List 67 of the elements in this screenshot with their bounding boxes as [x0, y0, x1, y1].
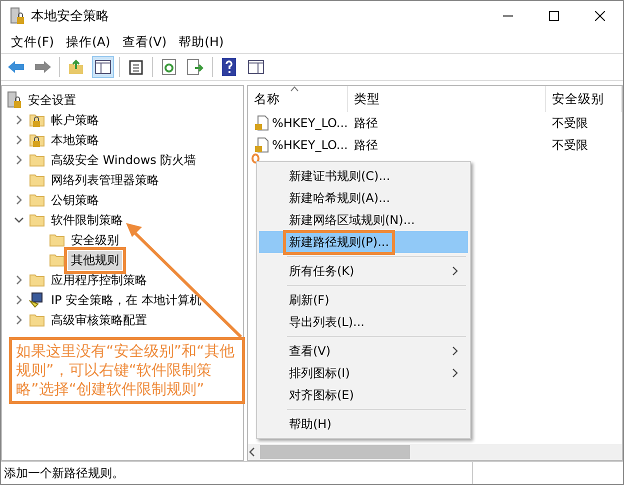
folder-icon	[29, 313, 45, 327]
folder-icon	[29, 213, 45, 227]
tree-item[interactable]: 软件限制策略	[48, 210, 126, 230]
folder-icon	[29, 153, 45, 167]
context-menu-item[interactable]: 排列图标(I)	[259, 362, 468, 384]
computer-shield-icon	[29, 292, 45, 308]
horizontal-scrollbar[interactable]	[248, 444, 622, 460]
menu-item[interactable]: 文件(F)	[5, 32, 60, 52]
chevron-right-icon[interactable]	[15, 155, 23, 165]
table-cell: 路径	[354, 136, 378, 154]
close-icon[interactable]	[595, 11, 605, 21]
chevron-right-icon[interactable]	[15, 275, 23, 285]
chevron-right-icon[interactable]	[15, 315, 23, 325]
locked-document-icon	[254, 137, 270, 153]
locked-folder-icon	[29, 112, 45, 128]
context-menu-item[interactable]: 帮助(H)	[259, 413, 468, 435]
window-title: 本地安全策略	[31, 8, 110, 25]
tree-item[interactable]: 安全级别	[68, 230, 122, 250]
context-menu-item[interactable]: 所有任务(K)	[259, 260, 468, 282]
table-cell: 不受限	[552, 136, 588, 154]
context-menu-item[interactable]: 新建证书规则(C)...	[259, 165, 468, 187]
chevron-down-icon[interactable]	[14, 216, 24, 224]
menu-item[interactable]: 操作(A)	[60, 32, 116, 52]
context-menu-item[interactable]: 新建路径规则(P)...	[259, 231, 468, 253]
tree-item[interactable]: 本地策略	[48, 130, 102, 150]
tree-item[interactable]: 安全设置	[25, 90, 79, 110]
annotation-text: 如果这里没有“安全级别”和“其他规则”，可以右键“软件限制策略”选择“创建软件限制规则”	[9, 337, 245, 404]
server-lock-icon	[6, 91, 22, 109]
chevron-right-icon[interactable]	[15, 115, 23, 125]
status-text: 添加一个新路径规则。	[4, 464, 125, 482]
folder-icon	[29, 173, 45, 187]
tree-item[interactable]: 高级审核策略配置	[48, 310, 150, 330]
show-tree-button[interactable]	[92, 56, 114, 78]
chevron-right-icon[interactable]	[15, 295, 23, 305]
context-menu-item[interactable]: 查看(V)	[259, 340, 468, 362]
tree-item[interactable]: 公钥策略	[48, 190, 102, 210]
tree-item[interactable]: 网络列表管理器策略	[48, 170, 162, 190]
scroll-left-icon[interactable]	[248, 447, 256, 457]
chevron-right-icon[interactable]	[15, 195, 23, 205]
context-menu-item[interactable]: 新建网络区域规则(N)...	[259, 209, 468, 231]
locked-document-icon	[254, 115, 270, 131]
tree-item[interactable]: 帐户策略	[48, 110, 102, 130]
context-menu-item[interactable]: 对齐图标(E)	[259, 384, 468, 406]
table-cell: %HKEY_LO...	[272, 116, 348, 130]
tree-item[interactable]: 应用程序控制策略	[48, 270, 150, 290]
menu-item[interactable]: 帮助(H)	[172, 32, 230, 52]
tree-item[interactable]: 高级安全 Windows 防火墙	[48, 150, 200, 170]
column-header[interactable]: 类型	[348, 86, 546, 112]
server-lock-icon	[9, 7, 25, 25]
folder-icon	[49, 253, 65, 267]
column-header[interactable]: 安全级别	[546, 86, 622, 112]
folder-icon	[29, 193, 45, 207]
folder-icon	[29, 273, 45, 287]
context-menu-item[interactable]: 新建哈希规则(A)...	[259, 187, 468, 209]
menu-item[interactable]: 查看(V)	[116, 32, 173, 52]
chevron-right-icon[interactable]	[15, 135, 23, 145]
click-point-icon	[251, 153, 260, 164]
locked-folder-icon	[29, 132, 45, 148]
column-header[interactable]: 名称	[248, 86, 348, 112]
table-cell: %HKEY_LO...	[272, 138, 348, 152]
context-menu-item[interactable]: 导出列表(L)...	[259, 311, 468, 333]
maximize-icon[interactable]	[549, 11, 559, 21]
table-cell: 不受限	[552, 114, 588, 132]
table-cell: 路径	[354, 114, 378, 132]
context-menu-item[interactable]: 刷新(F)	[259, 289, 468, 311]
folder-icon	[49, 233, 65, 247]
tree-item[interactable]: 其他规则	[68, 250, 122, 270]
